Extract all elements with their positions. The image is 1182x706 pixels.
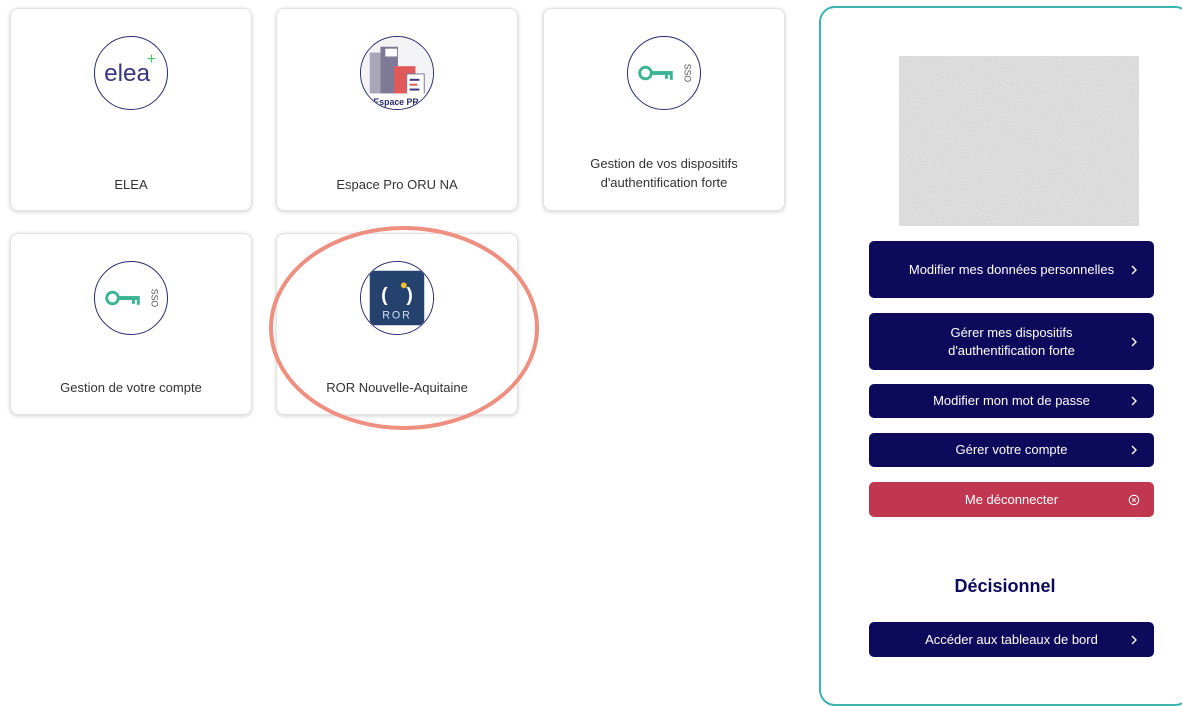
app-tile-elea[interactable]: elea + ELEA bbox=[10, 8, 252, 211]
sso-key-icon: SSO bbox=[94, 261, 168, 335]
button-label: Modifier mon mot de passe bbox=[933, 393, 1090, 408]
svg-text:Espace PR: Espace PR bbox=[373, 97, 419, 107]
chevron-right-icon bbox=[1131, 635, 1137, 644]
logout-button[interactable]: Me déconnecter bbox=[869, 482, 1154, 517]
ror-logo: ( ) ROR bbox=[360, 261, 434, 335]
manage-auth-devices-button[interactable]: Gérer mes dispositifs d'authentification… bbox=[869, 313, 1154, 370]
dashboards-button[interactable]: Accéder aux tableaux de bord bbox=[869, 622, 1154, 657]
manage-account-button[interactable]: Gérer votre compte bbox=[869, 433, 1154, 467]
decisionnel-title: Décisionnel bbox=[954, 576, 1056, 596]
chevron-right-icon bbox=[1131, 265, 1137, 274]
sso-key-icon: SSO bbox=[627, 36, 701, 110]
button-label: Gérer votre compte bbox=[955, 442, 1068, 457]
svg-text:SSO: SSO bbox=[149, 289, 159, 308]
app-tile-ror[interactable]: ( ) ROR ROR Nouvelle-Aquitaine bbox=[276, 233, 518, 415]
chevron-right-icon bbox=[1131, 445, 1137, 455]
app-tile-gestion-compte[interactable]: SSO Gestion de votre compte bbox=[10, 233, 252, 415]
app-tile-label: ROR Nouvelle-Aquitaine bbox=[326, 380, 468, 395]
espace-pro-logo: Espace PR bbox=[360, 36, 434, 110]
button-label: Accéder aux tableaux de bord bbox=[925, 631, 1098, 647]
app-tile-label: ELEA bbox=[114, 177, 148, 192]
app-tile-gestion-dispositifs[interactable]: SSO Gestion de vos dispositifs d'authent… bbox=[543, 8, 785, 211]
app-tile-label: Espace Pro ORU NA bbox=[336, 177, 458, 192]
change-password-button[interactable]: Modifier mon mot de passe bbox=[869, 384, 1154, 418]
close-circle-icon bbox=[1128, 494, 1140, 505]
app-tile-label: Gestion de vos dispositifs d'authentific… bbox=[590, 156, 738, 190]
button-label: Gérer mes dispositifs d'authentification… bbox=[948, 324, 1075, 358]
app-tile-espace-pro[interactable]: Espace PR Espace Pro ORU NA bbox=[276, 8, 518, 211]
chevron-right-icon bbox=[1131, 396, 1137, 406]
svg-text:): ) bbox=[406, 284, 412, 306]
svg-text:elea: elea bbox=[104, 60, 150, 87]
button-label: Me déconnecter bbox=[964, 491, 1059, 507]
app-tile-label: Gestion de votre compte bbox=[60, 380, 202, 395]
svg-text:(: ( bbox=[381, 284, 388, 306]
elea-logo: elea + bbox=[94, 36, 168, 110]
profile-panel: Modifier mes données personnelles Gérer … bbox=[819, 6, 1182, 706]
button-label: Modifier mes données personnelles bbox=[908, 261, 1115, 277]
svg-text:SSO: SSO bbox=[682, 64, 692, 83]
modify-personal-data-button[interactable]: Modifier mes données personnelles bbox=[869, 241, 1154, 298]
svg-text:+: + bbox=[147, 51, 156, 68]
chevron-right-icon bbox=[1131, 337, 1137, 346]
svg-text:ROR: ROR bbox=[382, 309, 412, 321]
profile-photo bbox=[899, 56, 1139, 226]
